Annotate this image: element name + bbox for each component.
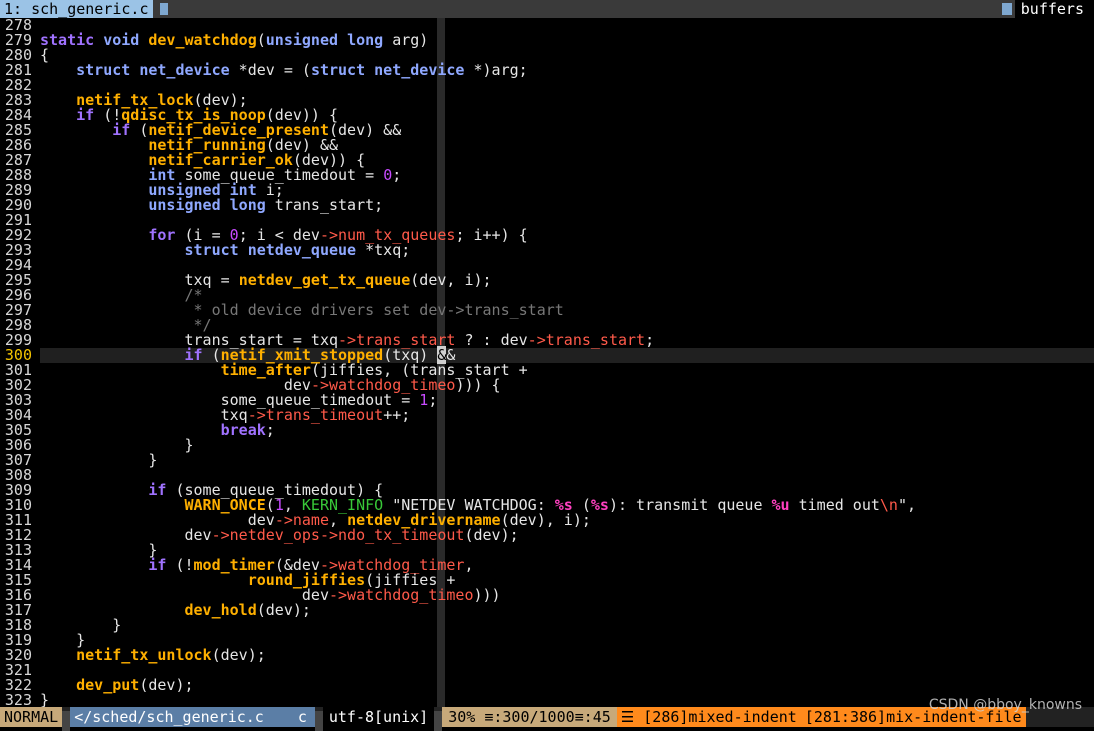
code-line[interactable]: 317 dev_hold(dev);: [0, 603, 1094, 618]
line-text: netif_tx_unlock(dev);: [76, 646, 266, 664]
code-editor[interactable]: 278 279 static void dev_watchdog(unsigned …: [0, 18, 1094, 707]
tabline: 1: sch_generic.c buffers: [0, 0, 1094, 18]
buffers-label[interactable]: buffers: [1014, 0, 1094, 18]
code-line[interactable]: 293 struct netdev_queue *txq;: [0, 243, 1094, 258]
filetype: c: [267, 707, 315, 727]
line-col: ≡:300/1000≡:45: [484, 708, 611, 726]
line-text: static void dev_watchdog(unsigned long a…: [40, 31, 429, 49]
file-encoding: utf-8[unix]: [322, 707, 435, 727]
line-text: }: [40, 691, 50, 708]
line-text: dev_put(dev);: [76, 676, 194, 694]
separator-icon: [434, 711, 443, 731]
code-line[interactable]: 312 dev->netdev_ops->ndo_tx_timeout(dev)…: [0, 528, 1094, 543]
code-line[interactable]: 290 unsigned long trans_start;: [0, 198, 1094, 213]
code-line[interactable]: 307 }: [0, 453, 1094, 468]
line-text: }: [40, 451, 158, 469]
vim-window: 1: sch_generic.c buffers 278 279 static vo…: [0, 0, 1094, 731]
separator-icon: [62, 711, 71, 731]
code-line[interactable]: 281 struct net_device *dev = (struct net…: [0, 63, 1094, 78]
mixed-indent-warning: ☰ [286]mixed-indent: [616, 707, 801, 727]
line-text: struct net_device *dev = (struct net_dev…: [76, 61, 528, 79]
watermark: CSDN @bboy_knowns: [928, 697, 1082, 713]
code-line[interactable]: 320 netif_tx_unlock(dev);: [0, 648, 1094, 663]
mode-indicator: NORMAL: [0, 707, 63, 727]
percent: 30%: [448, 708, 476, 726]
line-text: unsigned long trans_start;: [148, 196, 384, 214]
tab-sch-generic[interactable]: 1: sch_generic.c: [0, 0, 153, 18]
code-line[interactable]: 279 static void dev_watchdog(unsigned lon…: [0, 33, 1094, 48]
code-line[interactable]: 322 dev_put(dev);: [0, 678, 1094, 693]
file-path: </sched/sch_generic.c: [70, 707, 268, 727]
separator-icon: [314, 711, 323, 731]
line-number: 323: [4, 691, 32, 708]
code-line[interactable]: 306 }: [0, 438, 1094, 453]
tab-marker-icon: [160, 3, 168, 15]
buffers-marker-icon: [1002, 3, 1012, 15]
line-text: struct netdev_queue *txq;: [184, 241, 411, 259]
cursor-position: 30% ≡:300/1000≡:45: [442, 707, 617, 727]
code-line[interactable]: 318 }: [0, 618, 1094, 633]
